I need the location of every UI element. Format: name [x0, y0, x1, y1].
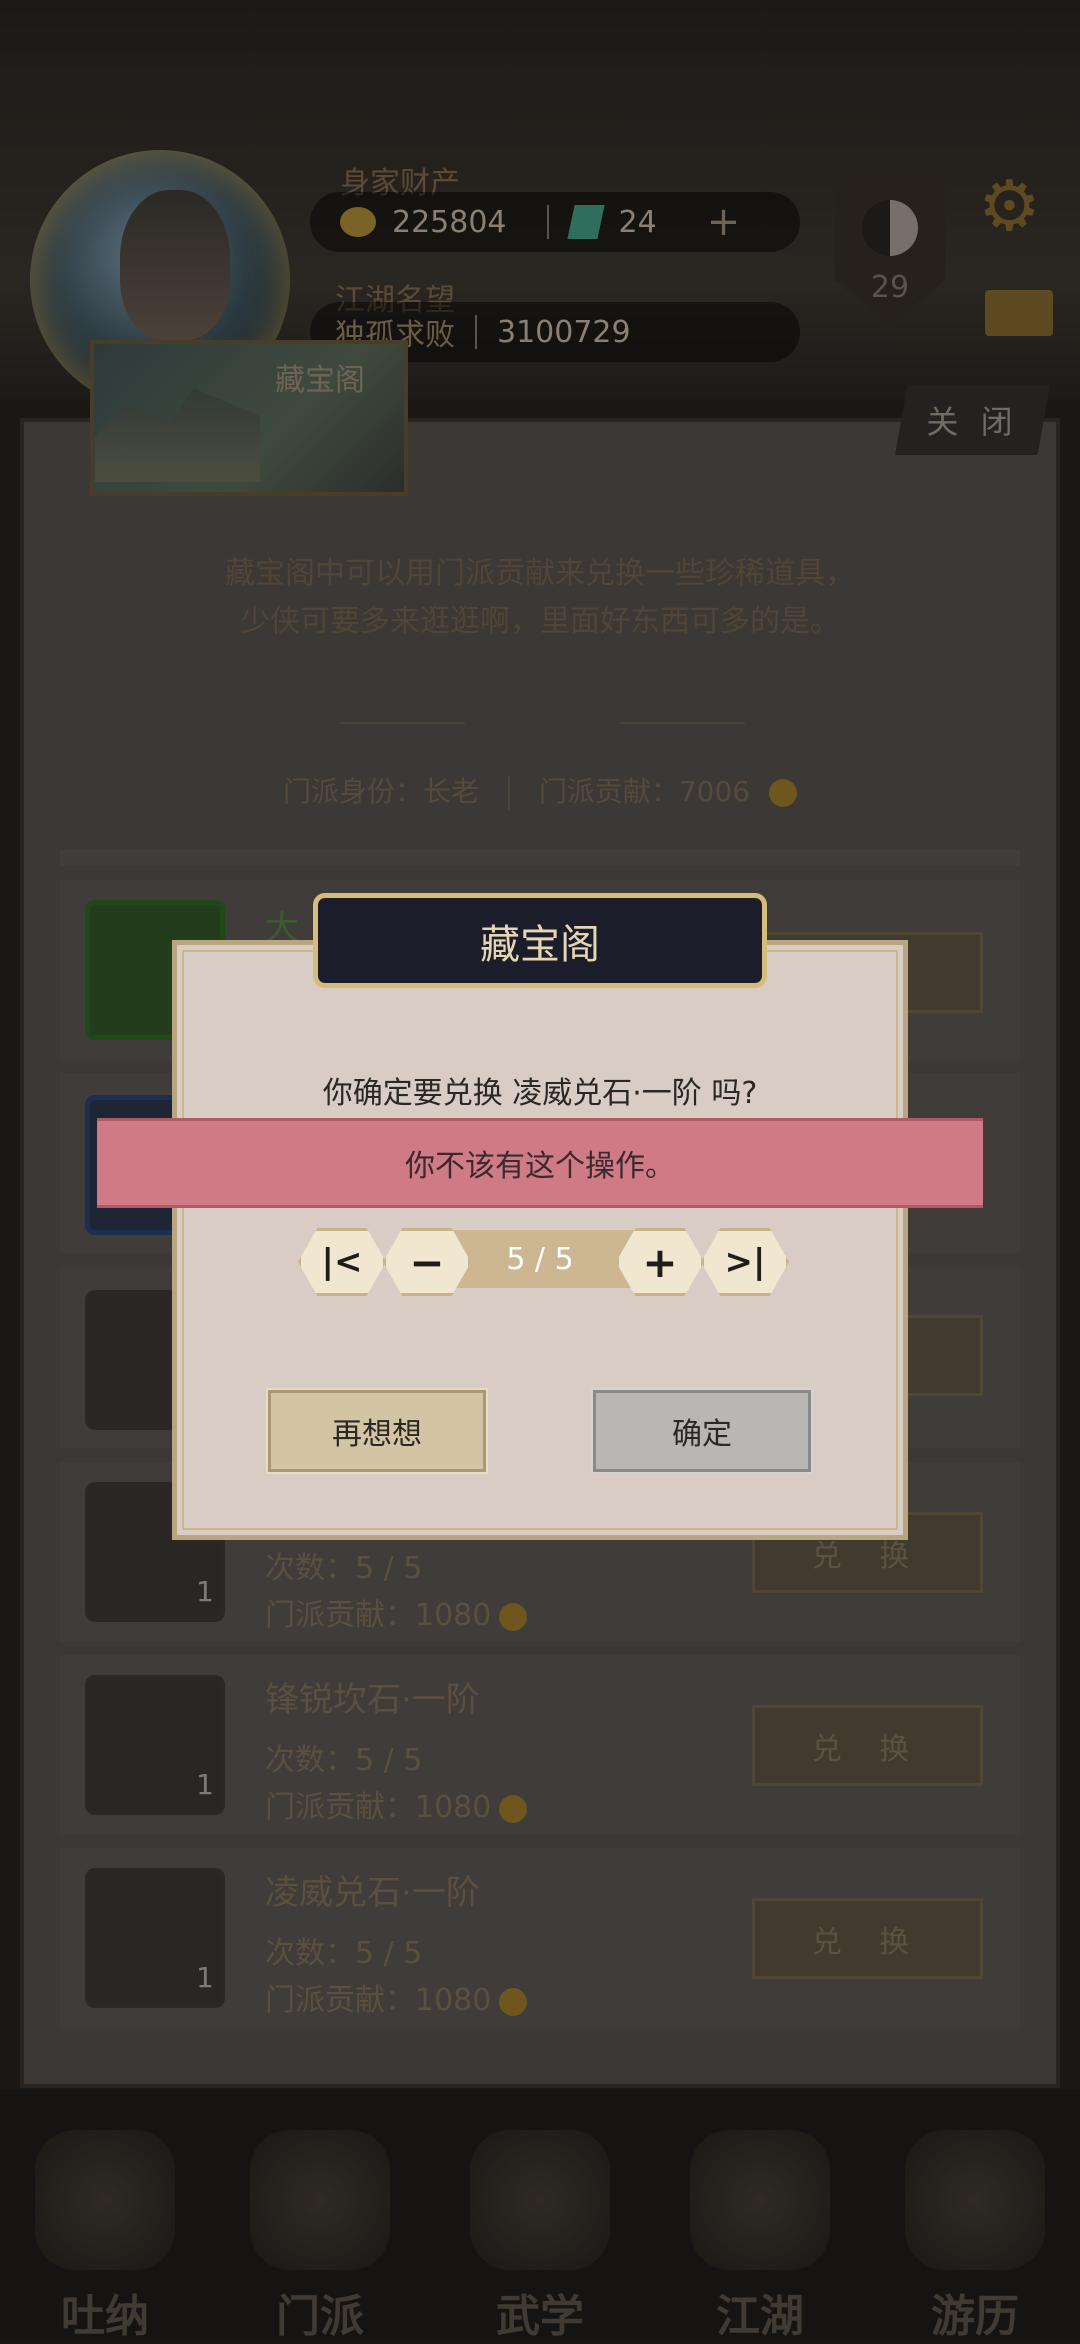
nav-label: 门派 [276, 2291, 364, 2342]
divider [507, 776, 510, 810]
contribution-coin-icon [769, 779, 797, 807]
reputation-value: 3100729 [497, 314, 631, 350]
nav-item-sect[interactable]: 门派 [240, 2130, 400, 2342]
exchange-button[interactable]: 兑 换 [752, 1705, 983, 1786]
minus-icon: − [409, 1237, 445, 1287]
item-name: 锋锐坎石·一阶 [265, 1680, 480, 1720]
error-toast: 你不该有这个操作。 [97, 1118, 983, 1208]
item-quantity: 1 [196, 1961, 214, 1994]
exchange-cost: 门派贡献：1080 [265, 1975, 528, 2019]
travel-icon [905, 2130, 1045, 2270]
cancel-button[interactable]: 再想想 [266, 1388, 488, 1474]
yin-yang-icon [862, 200, 918, 256]
membership-status: 门派身份：长老 门派贡献：7006 [60, 770, 1020, 810]
intro-line: 藏宝阁中可以用门派贡献来兑换一些珍稀道具， [225, 556, 855, 591]
martial-arts-icon [470, 2130, 610, 2270]
sect-contribution: 门派贡献：7006 [538, 775, 751, 808]
cost-text: 门派贡献：1080 [265, 1983, 492, 2018]
contribution-coin-icon [499, 1987, 528, 2016]
item-name: 凌威兑石·一阶 [265, 1873, 480, 1913]
cost-text: 门派贡献：1080 [265, 1598, 492, 1633]
exchange-count: 次数：5 / 5 [265, 1743, 423, 1778]
dialog-title: 藏宝阁 [313, 893, 767, 988]
nav-label: 游历 [931, 2291, 1019, 2342]
exchange-cost: 门派贡献：1080 [265, 1590, 528, 1634]
panel-intro: 藏宝阁中可以用门派贡献来兑换一些珍稀道具， 少侠可要多来逛逛啊，里面好东西可多的… [60, 550, 1020, 646]
nav-item-travel[interactable]: 游历 [895, 2130, 1055, 2342]
coin-amount: 225804 [392, 204, 507, 240]
plus-icon: + [642, 1237, 678, 1287]
gold-coin-icon [340, 207, 376, 237]
nav-item-martial-arts[interactable]: 武学 [460, 2130, 620, 2342]
mail-icon[interactable] [985, 290, 1053, 336]
item-quantity: 1 [196, 1768, 214, 1801]
currency-bar: 225804 24 + [310, 192, 800, 252]
nav-label: 吐纳 [61, 2291, 149, 2342]
panel-title: 藏宝阁 [275, 363, 365, 398]
exchange-button[interactable]: 兑 换 [752, 1898, 983, 1979]
list-top-edge [60, 850, 1020, 866]
add-currency-icon[interactable]: + [707, 199, 741, 245]
dialog-question: 你确定要兑换 凌威兑石·一阶 吗? [322, 1076, 758, 1111]
nav-label: 武学 [496, 2291, 584, 2342]
close-button[interactable]: 关 闭 [895, 385, 1050, 455]
jade-gem-icon [566, 205, 605, 239]
contribution-coin-icon [499, 1602, 528, 1631]
divider [475, 315, 477, 349]
nav-item-jianghu[interactable]: 江湖 [680, 2130, 840, 2342]
contribution-coin-icon [499, 1794, 528, 1823]
nav-item-breathing[interactable]: 吐纳 [25, 2130, 185, 2342]
sect-icon [250, 2130, 390, 2270]
skip-to-first-icon: |< [321, 1242, 363, 1282]
ornament-divider [340, 722, 465, 724]
settings-gear-icon[interactable]: ⚙ [978, 165, 1041, 247]
player-level: 29 [870, 270, 910, 305]
gem-amount: 24 [618, 204, 657, 240]
sect-identity: 门派身份：长老 [283, 775, 480, 808]
item-quantity: 1 [196, 1575, 214, 1608]
cost-text: 门派贡献：1080 [265, 1790, 492, 1825]
exchange-count: 次数：5 / 5 [265, 1551, 423, 1586]
confirm-button[interactable]: 确定 [591, 1388, 813, 1474]
ornament-divider [620, 722, 745, 724]
exchange-cost: 门派贡献：1080 [265, 1782, 528, 1826]
avatar-portrait [120, 190, 230, 340]
divider [546, 205, 549, 239]
nav-label: 江湖 [716, 2291, 804, 2342]
jianghu-icon [690, 2130, 830, 2270]
skip-to-last-icon: >| [724, 1242, 766, 1282]
intro-line: 少侠可要多来逛逛啊，里面好东西可多的是。 [240, 604, 840, 639]
breathing-icon [35, 2130, 175, 2270]
exchange-count: 次数：5 / 5 [265, 1936, 423, 1971]
